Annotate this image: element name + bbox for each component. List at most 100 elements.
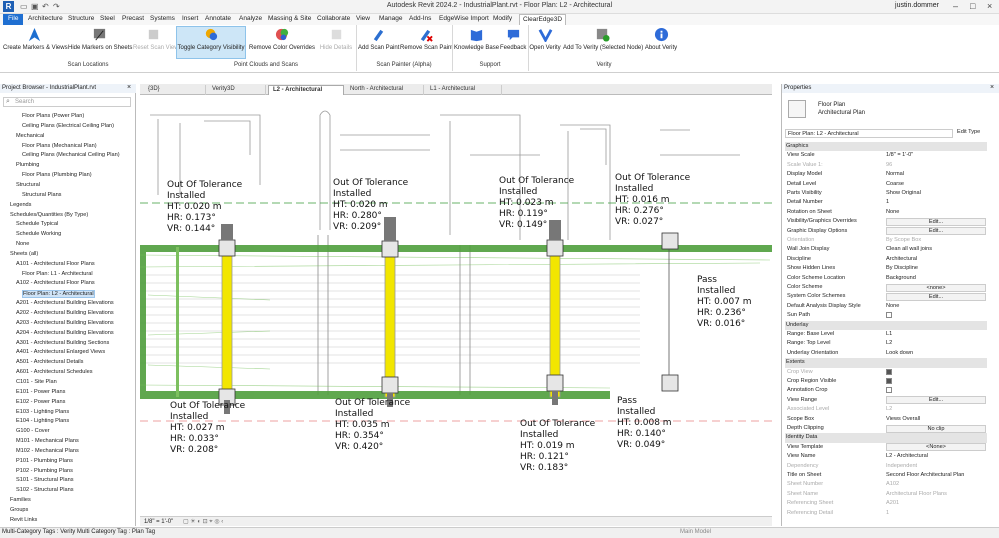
toggle-category-visibility-button[interactable]: Toggle Category Visibility (176, 26, 246, 59)
property-row[interactable]: Visibility/Graphics Overrides Edit... (785, 217, 987, 226)
close-icon[interactable]: × (990, 84, 994, 91)
property-row[interactable]: Depth Clipping No clip (785, 424, 987, 433)
property-group-header[interactable]: Identity Data (785, 433, 987, 443)
property-row[interactable]: Parts Visibility Show Original (785, 189, 987, 198)
browser-tree-item[interactable]: Groups (10, 507, 28, 513)
property-value[interactable]: L2 (886, 340, 892, 346)
browser-tree-item[interactable]: Floor Plan: L2 - Architectural (22, 290, 95, 299)
checkbox-icon[interactable] (886, 378, 892, 384)
hide-markers-button[interactable]: Hide Markers on Sheets (68, 27, 132, 51)
browser-tree-item[interactable]: A201 - Architectural Building Elevations (16, 300, 114, 306)
property-row[interactable]: Detail Level Coarse (785, 180, 987, 189)
browser-tree-item[interactable]: M102 - Mechanical Plans (16, 448, 79, 454)
browser-tree-item[interactable]: None (16, 241, 29, 247)
property-row[interactable]: Detail Number 1 (785, 198, 987, 207)
verity-tag[interactable]: Pass Installed HT: 0.008 m HR: 0.140° VR… (617, 396, 672, 451)
maximize-icon[interactable]: □ (970, 1, 975, 11)
view-control-icons[interactable]: ▢ ☀ ◐ ⊡ ⌖ ◎ ‹ (183, 519, 223, 525)
verity-tag[interactable]: Pass Installed HT: 0.007 m HR: 0.236° VR… (697, 275, 752, 330)
property-row[interactable]: Title on Sheet Second Floor Architectural… (785, 471, 987, 480)
property-edit-button[interactable]: Edit... (886, 227, 986, 236)
property-value[interactable]: None (886, 303, 899, 309)
property-row[interactable]: View Name L2 - Architectural (785, 452, 987, 461)
about-verity-button[interactable]: About Verity (643, 27, 679, 51)
menu-structure[interactable]: Structure (68, 15, 94, 22)
property-edit-button[interactable]: <None> (886, 443, 986, 452)
property-row[interactable]: Scale Value 1: 96 (785, 161, 987, 170)
property-value[interactable]: By Discipline (886, 265, 918, 271)
browser-tree-item[interactable]: A401 - Architectural Enlarged Views (16, 349, 105, 355)
property-value[interactable]: 96 (886, 162, 892, 168)
property-value[interactable]: 1 (886, 199, 889, 205)
browser-tree-item[interactable]: E102 - Power Plans (16, 399, 65, 405)
add-to-verity-button[interactable]: Add To Verity (Selected Node) (563, 27, 643, 51)
minimize-icon[interactable]: – (953, 1, 958, 11)
browser-tree-item[interactable]: E101 - Power Plans (16, 389, 65, 395)
property-value[interactable]: Coarse (886, 181, 904, 187)
property-value[interactable]: L1 (886, 331, 892, 337)
verity-tag[interactable]: Out Of Tolerance Installed HT: 0.023 m H… (499, 176, 574, 231)
property-row[interactable]: Sheet Number A102 (785, 480, 987, 489)
property-edit-button[interactable]: <none> (886, 283, 986, 292)
property-edit-button[interactable]: Edit... (886, 217, 986, 226)
checkbox-icon[interactable] (886, 368, 892, 375)
browser-tree-item[interactable]: Schedule Typical (16, 221, 58, 227)
edit-type-button[interactable]: Edit Type (957, 129, 980, 135)
browser-tree-item[interactable]: Plumbing (16, 162, 39, 168)
menu-clearedge3d[interactable]: ClearEdge3D (519, 14, 567, 25)
property-row[interactable]: Range: Top Level L2 (785, 339, 987, 348)
instance-selector[interactable]: Floor Plan: L2 - Architectural (785, 129, 953, 138)
property-value[interactable]: Show Original (886, 190, 921, 196)
browser-tree-item[interactable]: C101 - Site Plan (16, 379, 57, 385)
property-checkbox[interactable] (886, 312, 892, 319)
tab-3d[interactable]: {3D} (144, 85, 206, 95)
property-value[interactable]: Architectural Floor Plans (886, 491, 947, 497)
browser-tree-item[interactable]: A101 - Architectural Floor Plans (16, 261, 95, 267)
property-value[interactable]: L2 - Architectural (886, 453, 928, 459)
property-group-header[interactable]: Extents (785, 358, 987, 368)
property-value[interactable]: Look down (886, 350, 913, 356)
verity-tag[interactable]: Out Of Tolerance Installed HT: 0.019 m H… (520, 419, 595, 474)
menu-edgewise[interactable]: EdgeWise Import (439, 15, 489, 22)
close-icon[interactable]: × (127, 84, 131, 91)
close-icon[interactable]: × (987, 1, 992, 11)
browser-tree-item[interactable]: Structural (16, 182, 40, 188)
property-row[interactable]: Graphic Display Options Edit... (785, 227, 987, 236)
property-checkbox[interactable] (886, 387, 892, 394)
property-value[interactable]: A201 (886, 500, 899, 506)
property-row[interactable]: Color Scheme Location Background (785, 274, 987, 283)
property-row[interactable]: Color Scheme <none> (785, 283, 987, 292)
browser-tree-item[interactable]: A301 - Architectural Building Sections (16, 340, 109, 346)
tab-verity3d[interactable]: Verity3D (208, 85, 266, 95)
browser-tree-item[interactable]: Ceiling Plans (Electrical Ceiling Plan) (22, 123, 114, 129)
remove-color-overrides-button[interactable]: Remove Color Overrides (249, 27, 315, 51)
menu-file[interactable]: File (3, 14, 24, 25)
create-markers-button[interactable]: Create Markers & Views (3, 27, 68, 51)
browser-tree-item[interactable]: A601 - Architectural Schedules (16, 369, 93, 375)
knowledge-base-button[interactable]: Knowledge Base (454, 27, 499, 51)
browser-tree-item[interactable]: S101 - Structural Plans (16, 477, 74, 483)
property-value[interactable]: A102 (886, 481, 899, 487)
menu-modify[interactable]: Modify (493, 15, 512, 22)
browser-tree-item[interactable]: Revit Links (10, 517, 37, 523)
property-edit-button[interactable]: No clip (886, 424, 986, 433)
menu-analyze[interactable]: Analyze (239, 15, 262, 22)
property-row[interactable]: View Template <None> (785, 443, 987, 452)
property-value[interactable]: Clean all wall joins (886, 246, 932, 252)
browser-tree-item[interactable]: Schedules/Quantities (By Type) (10, 212, 88, 218)
browser-tree-item[interactable]: G100 - Cover (16, 428, 50, 434)
property-row[interactable]: Scope Box Views Overall (785, 415, 987, 424)
property-group-header[interactable]: Graphics (785, 142, 987, 152)
property-value[interactable]: Background (886, 275, 916, 281)
browser-search-input[interactable]: Search (3, 97, 131, 107)
browser-tree-item[interactable]: Floor Plan: L1 - Architectural (22, 271, 93, 277)
hide-details-button[interactable]: Hide Details (318, 27, 354, 51)
user-name[interactable]: justin.dommer (895, 2, 939, 9)
property-row[interactable]: Associated Level L2 (785, 405, 987, 414)
property-value[interactable]: 1/8" = 1'-0" (886, 152, 913, 158)
property-value[interactable]: Independent (886, 463, 917, 469)
menu-steel[interactable]: Steel (100, 15, 115, 22)
browser-tree-item[interactable]: M101 - Mechanical Plans (16, 438, 79, 444)
menu-massing[interactable]: Massing & Site (268, 15, 311, 22)
browser-tree-item[interactable]: A203 - Architectural Building Elevations (16, 320, 114, 326)
